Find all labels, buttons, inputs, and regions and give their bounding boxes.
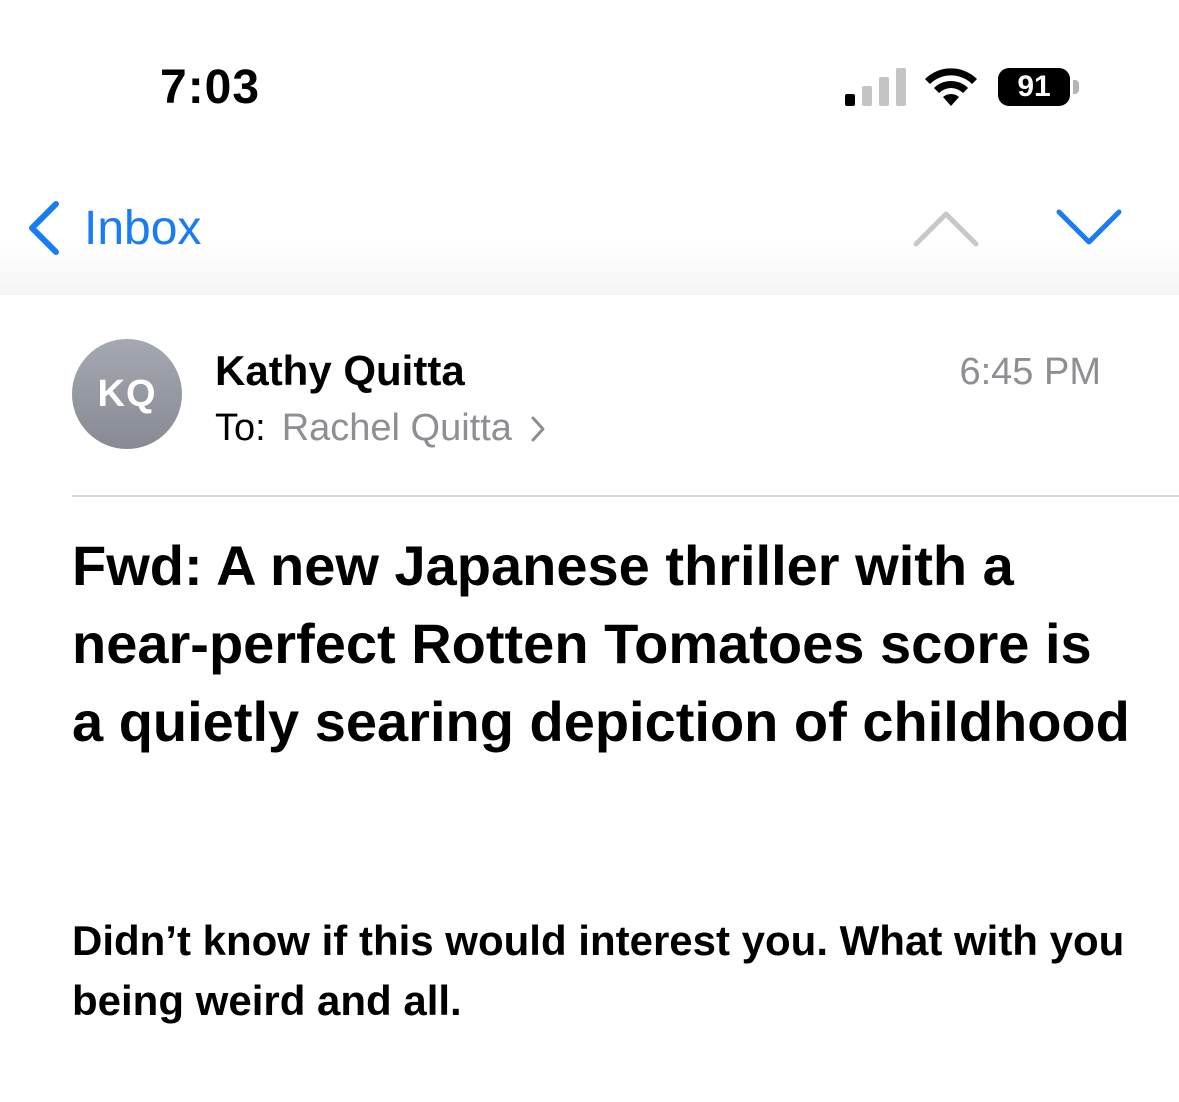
sender-name[interactable]: Kathy Quitta xyxy=(215,347,465,395)
message-body: Didn’t know if this would interest you. … xyxy=(72,917,1125,1024)
recipient-name[interactable]: Rachel Quitta xyxy=(282,407,512,450)
to-label: To: xyxy=(215,407,266,449)
next-message-button[interactable] xyxy=(1055,206,1123,250)
wifi-icon xyxy=(925,68,977,106)
back-to-inbox-button[interactable]: Inbox xyxy=(24,198,201,258)
recipient-row[interactable]: To: Rachel Quitta xyxy=(215,407,546,450)
message-subject: Fwd: A new Japanese thriller with a near… xyxy=(72,534,1130,753)
navigation-bar: Inbox xyxy=(0,170,1179,295)
message-content: KQ Kathy Quitta To: Rachel Quitta 6:45 P… xyxy=(0,295,1179,1102)
header-divider xyxy=(72,495,1179,497)
cellular-signal-icon xyxy=(845,68,906,106)
battery-level: 91 xyxy=(998,68,1070,106)
status-bar: 7:03 91 xyxy=(0,0,1179,170)
previous-message-button[interactable] xyxy=(912,206,980,250)
battery-indicator: 91 xyxy=(998,68,1082,106)
message-time: 6:45 PM xyxy=(959,351,1101,393)
status-time: 7:03 xyxy=(160,61,261,114)
sender-avatar[interactable]: KQ xyxy=(72,339,182,449)
chevron-left-icon xyxy=(29,201,59,255)
battery-tip xyxy=(1073,80,1079,94)
back-label: Inbox xyxy=(84,201,202,255)
chevron-right-icon xyxy=(531,416,545,441)
